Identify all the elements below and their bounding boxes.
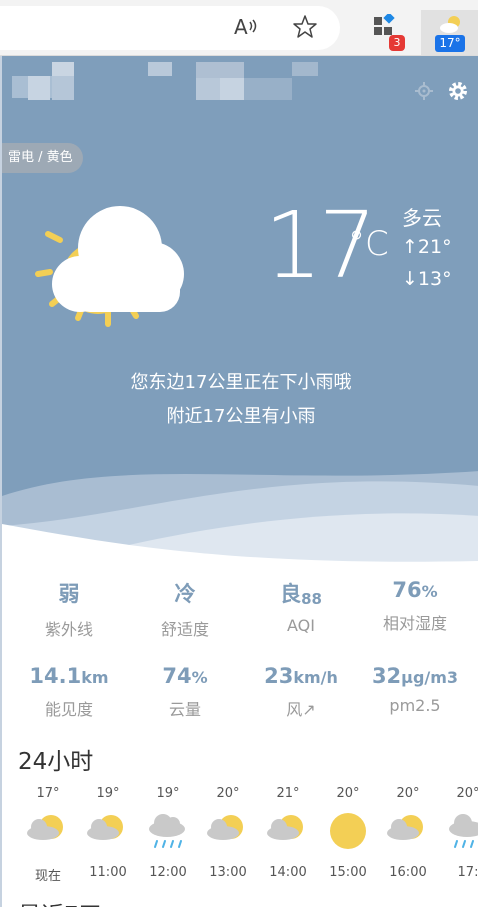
partly-cloudy-large-icon: [35, 206, 184, 327]
hourly-item: 20° 17:: [438, 786, 478, 880]
low-temperature: ↓13°: [402, 268, 452, 290]
partly-cloudy-icon: [27, 815, 63, 840]
weather-extension-icon: [440, 16, 460, 33]
stat-cloud: 74% 云量: [162, 664, 208, 719]
hourly-item: 20° 16:00: [378, 786, 438, 880]
stat-wind: 23km/h 风↗: [264, 664, 338, 719]
weather-hero: 雷电 / 黄色 17 °C 多云 ↑21° ↓13° 您东边17公里正在下小雨哦…: [2, 56, 478, 571]
stat-humidity: 76% 相对湿度: [382, 578, 447, 633]
hourly-item: 20° 13:00: [198, 786, 258, 880]
partly-cloudy-icon: [267, 815, 303, 840]
hourly-item: 20° 15:00: [318, 786, 378, 880]
rain-icon: [149, 814, 185, 848]
partly-cloudy-icon: [387, 815, 423, 840]
settings-gear-icon[interactable]: [447, 80, 469, 102]
hourly-item: 21° 14:00: [258, 786, 318, 880]
extension-count-badge: 3: [389, 35, 405, 51]
locate-icon[interactable]: [414, 81, 434, 101]
rain-message-1: 您东边17公里正在下小雨哦: [130, 372, 352, 393]
partly-cloudy-icon: [207, 815, 243, 840]
rain-message-2: 附近17公里有小雨: [166, 406, 316, 427]
sunny-icon: [330, 813, 366, 849]
hourly-item: 17° 现在: [18, 786, 78, 884]
seven-day-title: 最近7天: [18, 896, 102, 907]
browser-toolbar: A 3 17°: [0, 0, 478, 56]
stat-aqi: 良88 AQI: [280, 582, 322, 635]
stat-pm25: 32μg/m3 pm2.5: [371, 664, 459, 715]
partly-cloudy-icon: [87, 815, 123, 840]
stat-uv: 弱 紫外线: [44, 582, 93, 639]
stat-comfort: 冷 舒适度: [160, 582, 209, 639]
address-bar[interactable]: [0, 6, 340, 50]
rain-icon: [449, 814, 478, 848]
favorite-star-icon[interactable]: [292, 14, 318, 40]
weather-panel: 雷电 / 黄色 17 °C 多云 ↑21° ↓13° 您东边17公里正在下小雨哦…: [0, 56, 478, 907]
high-temperature: ↑21°: [402, 236, 452, 258]
weather-alert-pill[interactable]: 雷电 / 黄色: [2, 143, 83, 173]
hourly-item: 19° 11:00: [78, 786, 138, 880]
hourly-item: 19° 12:00: [138, 786, 198, 880]
wave-decoration: [2, 471, 478, 571]
weather-extension-button[interactable]: 17°: [421, 10, 478, 55]
hourly-title: 24小时: [18, 749, 94, 775]
svg-text:A: A: [234, 15, 248, 39]
read-aloud-icon[interactable]: A: [232, 14, 258, 40]
weather-condition: 多云: [402, 206, 442, 230]
temperature-unit: °C: [348, 224, 389, 264]
stat-visibility: 14.1km 能见度: [29, 664, 109, 719]
weather-temp-badge: 17°: [435, 35, 465, 52]
